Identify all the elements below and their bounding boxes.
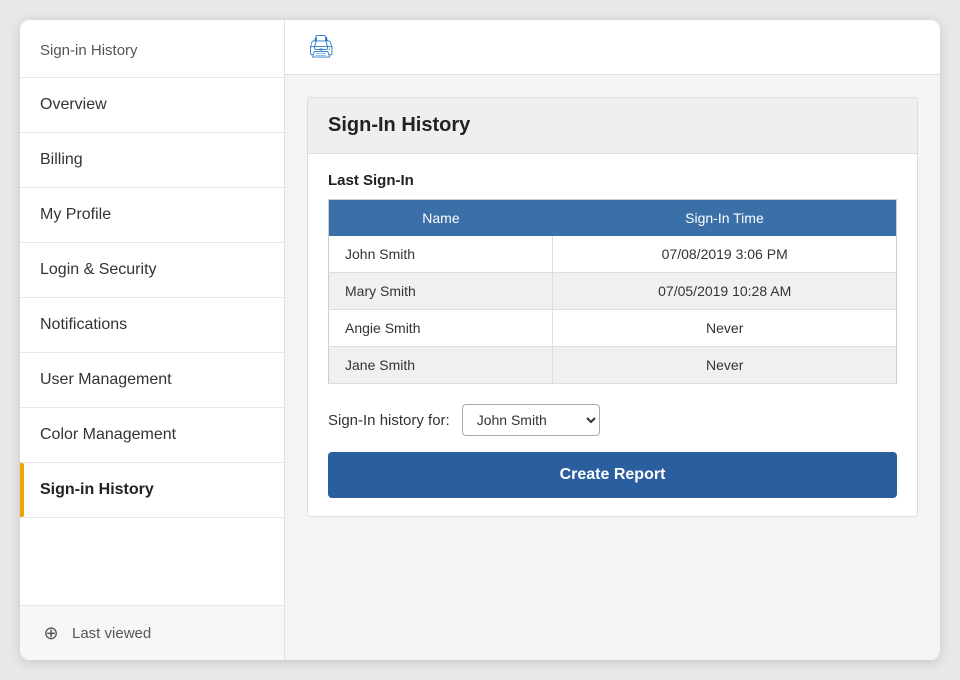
app-container: Sign-in History OverviewBillingMy Profil… (20, 20, 940, 660)
table-body: John Smith07/08/2019 3:06 PMMary Smith07… (329, 236, 897, 384)
sidebar-item-notifications[interactable]: Notifications (20, 298, 284, 353)
cell-signin-time: Never (553, 347, 897, 384)
cell-name: John Smith (329, 236, 553, 273)
table-row: John Smith07/08/2019 3:06 PM (329, 236, 897, 273)
table-row: Angie SmithNever (329, 310, 897, 347)
sidebar-nav: OverviewBillingMy ProfileLogin & Securit… (20, 78, 284, 605)
card-title-bar: Sign-In History (308, 98, 917, 154)
col-header-name: Name (329, 200, 553, 237)
sidebar-title: Sign-in History (20, 20, 284, 78)
sidebar-footer-last-viewed[interactable]: ⊕ Last viewed (20, 605, 284, 660)
cell-signin-time: 07/08/2019 3:06 PM (553, 236, 897, 273)
section-label: Last Sign-In (328, 172, 897, 189)
sidebar-item-login-security[interactable]: Login & Security (20, 243, 284, 298)
report-controls-label: Sign-In history for: (328, 412, 450, 429)
print-icon[interactable]: 🖨 (307, 34, 335, 60)
sidebar-footer-label: Last viewed (72, 625, 151, 642)
sidebar-item-my-profile[interactable]: My Profile (20, 188, 284, 243)
card-title: Sign-In History (328, 114, 897, 137)
cell-name: Angie Smith (329, 310, 553, 347)
sidebar-item-billing[interactable]: Billing (20, 133, 284, 188)
main-body: Sign-In History Last Sign-In Name Sign-I… (285, 75, 940, 660)
sidebar-item-user-management[interactable]: User Management (20, 353, 284, 408)
user-select[interactable]: John SmithMary SmithAngie SmithJane Smit… (462, 404, 600, 436)
cell-name: Jane Smith (329, 347, 553, 384)
cell-signin-time: Never (553, 310, 897, 347)
signin-history-card: Sign-In History Last Sign-In Name Sign-I… (307, 97, 918, 517)
cell-name: Mary Smith (329, 273, 553, 310)
table-row: Mary Smith07/05/2019 10:28 AM (329, 273, 897, 310)
table-header-row: Name Sign-In Time (329, 200, 897, 237)
main-header: 🖨 (285, 20, 940, 75)
create-report-button[interactable]: Create Report (328, 452, 897, 498)
arrow-circle-right-icon: ⊕ (40, 622, 62, 644)
sidebar: Sign-in History OverviewBillingMy Profil… (20, 20, 285, 660)
sidebar-item-overview[interactable]: Overview (20, 78, 284, 133)
card-body: Last Sign-In Name Sign-In Time John Smit… (308, 154, 917, 516)
main-content: 🖨 Sign-In History Last Sign-In Name Sign… (285, 20, 940, 660)
sidebar-item-signin-history[interactable]: Sign-in History (20, 463, 284, 518)
signin-table: Name Sign-In Time John Smith07/08/2019 3… (328, 199, 897, 384)
cell-signin-time: 07/05/2019 10:28 AM (553, 273, 897, 310)
report-controls: Sign-In history for: John SmithMary Smit… (328, 404, 897, 436)
table-row: Jane SmithNever (329, 347, 897, 384)
sidebar-item-color-management[interactable]: Color Management (20, 408, 284, 463)
col-header-signin-time: Sign-In Time (553, 200, 897, 237)
